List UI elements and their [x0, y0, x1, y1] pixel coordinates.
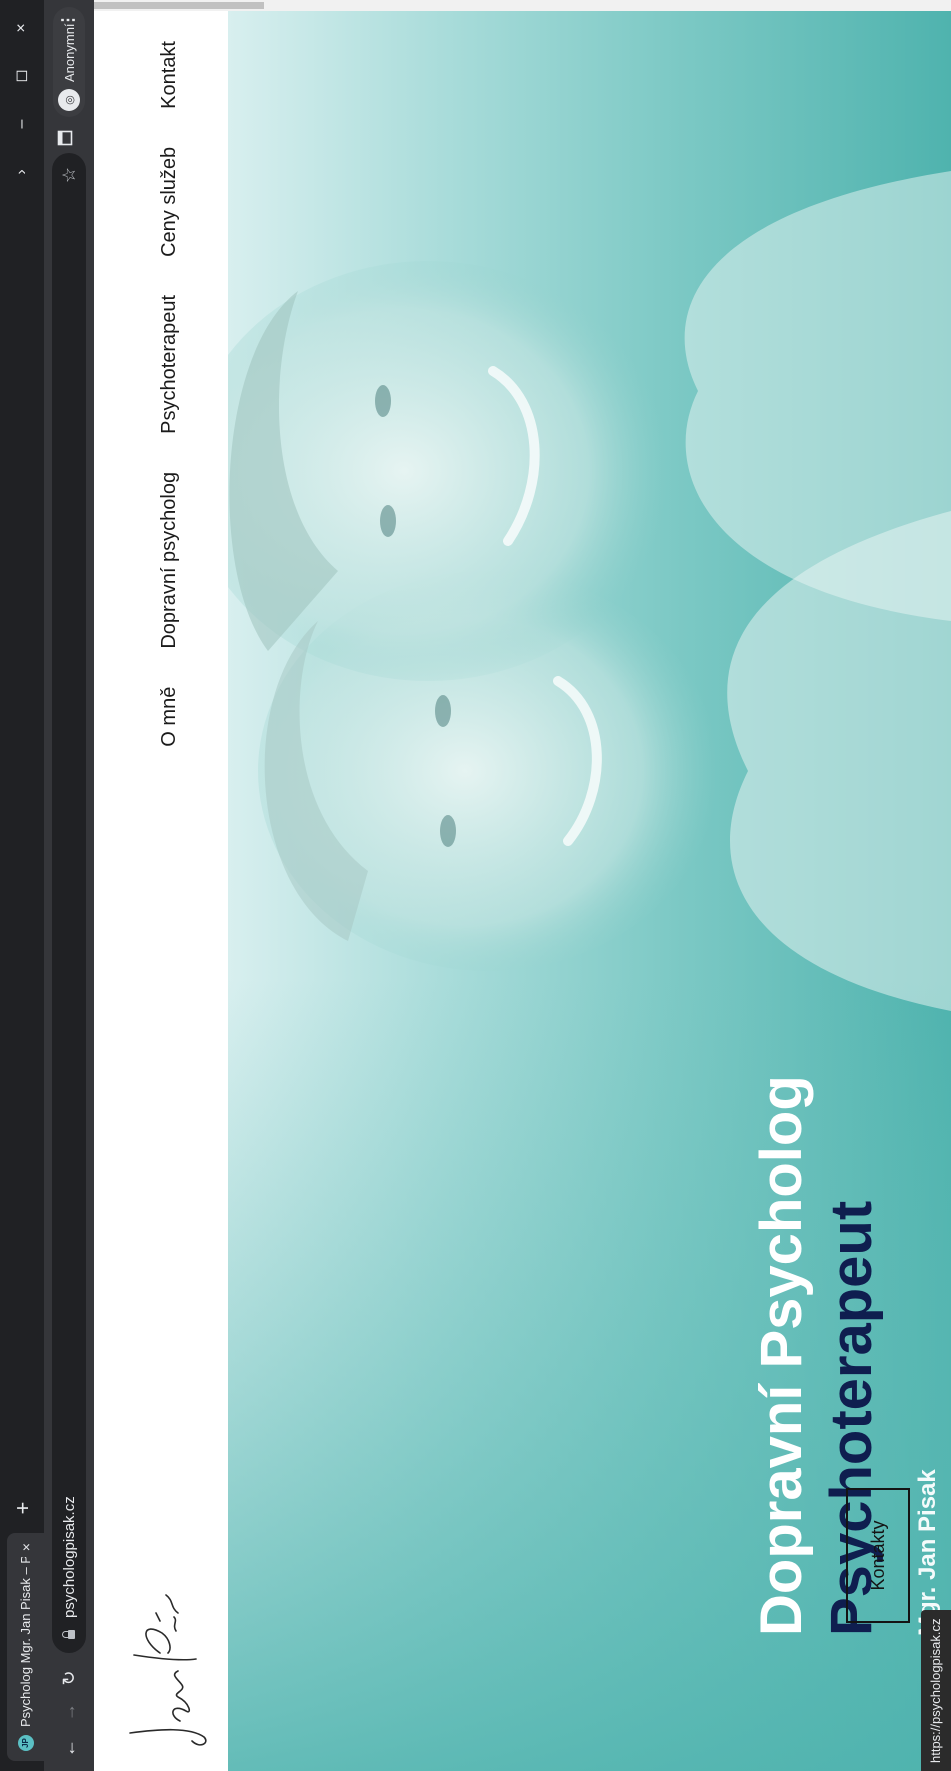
site-header: O mně Dopravní psycholog Psychoterapeut …: [94, 11, 228, 1771]
reload-icon[interactable]: ↻: [56, 1665, 82, 1691]
jp-logo-icon: JP: [17, 1735, 34, 1751]
tab-title: Psycholog Mgr. Jan Pisak – Psych: [18, 1557, 33, 1727]
nav-kontakt[interactable]: Kontakt: [158, 41, 181, 109]
hero-title: Dopravní Psycholog: [749, 1075, 814, 1636]
side-panel-icon[interactable]: [57, 130, 81, 146]
address-bar[interactable]: psychologpisak.cz ☆: [52, 153, 86, 1653]
browser-toolbar: ← → ↻ psychologpisak.cz ☆ ◎ Anonymní ⋮: [44, 0, 94, 1771]
close-tab-icon[interactable]: ×: [18, 1543, 34, 1551]
browser-window: JP Psycholog Mgr. Jan Pisak – Psych × + …: [0, 0, 951, 1771]
minimize-icon[interactable]: –: [0, 100, 44, 148]
address-url[interactable]: psychologpisak.cz: [61, 1496, 78, 1618]
star-icon[interactable]: ☆: [56, 167, 82, 183]
new-tab-button[interactable]: +: [10, 1495, 36, 1521]
nav-dopravni-psycholog[interactable]: Dopravní psycholog: [158, 472, 181, 649]
nav-ceny-sluzeb[interactable]: Ceny služeb: [158, 147, 181, 257]
kontakty-button[interactable]: Kontakty: [846, 1488, 910, 1623]
restore-icon[interactable]: ◻: [0, 52, 44, 100]
nav-psychoterapeut[interactable]: Psychoterapeut: [158, 295, 181, 434]
signature-logo[interactable]: [120, 1591, 210, 1751]
scrollbar-thumb[interactable]: [94, 2, 264, 9]
tab-search-icon[interactable]: ›: [0, 148, 44, 196]
close-window-icon[interactable]: ×: [0, 4, 44, 52]
incognito-icon: ◎: [58, 89, 80, 111]
tab-psychologpisak[interactable]: JP Psycholog Mgr. Jan Pisak – Psych ×: [7, 1533, 44, 1761]
forward-icon[interactable]: →: [56, 1699, 82, 1725]
lock-icon[interactable]: [67, 1630, 75, 1639]
hero-section: Dopravní Psycholog Psychoterapeut Mgr. J…: [228, 11, 951, 1771]
main-nav: O mně Dopravní psycholog Psychoterapeut …: [152, 11, 186, 747]
nav-o-mne[interactable]: O mně: [158, 687, 181, 747]
back-icon[interactable]: ←: [56, 1735, 82, 1761]
vertical-scrollbar[interactable]: [94, 0, 951, 11]
tab-strip: JP Psycholog Mgr. Jan Pisak – Psych × + …: [0, 0, 44, 1771]
kebab-menu-icon[interactable]: ⋮: [54, 5, 84, 35]
page-viewport: O mně Dopravní psycholog Psychoterapeut …: [94, 0, 951, 1771]
status-url-tooltip: https://psychologpisak.cz: [921, 1610, 951, 1771]
